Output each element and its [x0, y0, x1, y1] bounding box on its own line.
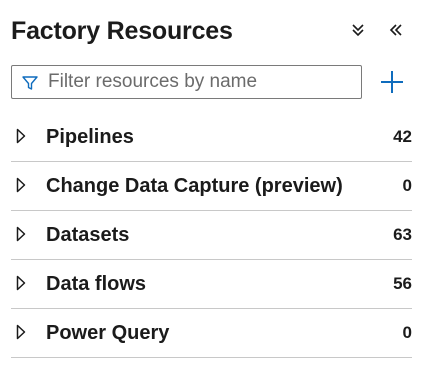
double-chevron-left-icon — [389, 24, 402, 36]
resource-count: 0 — [402, 176, 412, 195]
collapse-all-button[interactable] — [345, 17, 371, 43]
resource-item-pipelines[interactable]: Pipelines 42 — [11, 113, 412, 162]
filter-row — [11, 65, 423, 103]
resource-item-power-query[interactable]: Power Query 0 — [11, 309, 412, 358]
double-chevron-down-icon — [352, 24, 364, 37]
resource-label: Change Data Capture (preview) — [46, 175, 343, 197]
resource-list: Pipelines 42 Change Data Capture (previe… — [11, 113, 412, 358]
expand-chevron-right-icon[interactable] — [16, 128, 26, 144]
filter-box — [11, 65, 362, 99]
collapse-panel-button[interactable] — [383, 17, 409, 43]
resource-label: Power Query — [46, 322, 170, 344]
expand-chevron-right-icon[interactable] — [16, 324, 26, 340]
resource-count: 63 — [393, 225, 412, 244]
panel-header: Factory Resources — [11, 12, 423, 52]
resource-item-data-flows[interactable]: Data flows 56 — [11, 260, 412, 309]
expand-chevron-right-icon[interactable] — [16, 275, 26, 291]
filter-resources-input[interactable] — [48, 66, 354, 98]
plus-icon — [381, 71, 403, 93]
resource-count: 42 — [393, 127, 412, 146]
add-resource-button[interactable] — [377, 67, 407, 97]
expand-chevron-right-icon[interactable] — [16, 226, 26, 242]
expand-chevron-right-icon[interactable] — [16, 177, 26, 193]
resource-count: 0 — [402, 323, 412, 342]
resource-label: Data flows — [46, 273, 147, 295]
filter-icon — [22, 76, 38, 90]
resource-item-change-data-capture[interactable]: Change Data Capture (preview) 0 — [11, 162, 412, 211]
resource-label: Datasets — [46, 224, 130, 246]
resource-item-datasets[interactable]: Datasets 63 — [11, 211, 412, 260]
resource-count: 56 — [393, 274, 412, 293]
factory-resources-panel: Factory Resources Filter resources by na… — [0, 0, 433, 376]
panel-title: Factory Resources — [11, 17, 233, 45]
resource-label: Pipelines — [46, 126, 134, 148]
